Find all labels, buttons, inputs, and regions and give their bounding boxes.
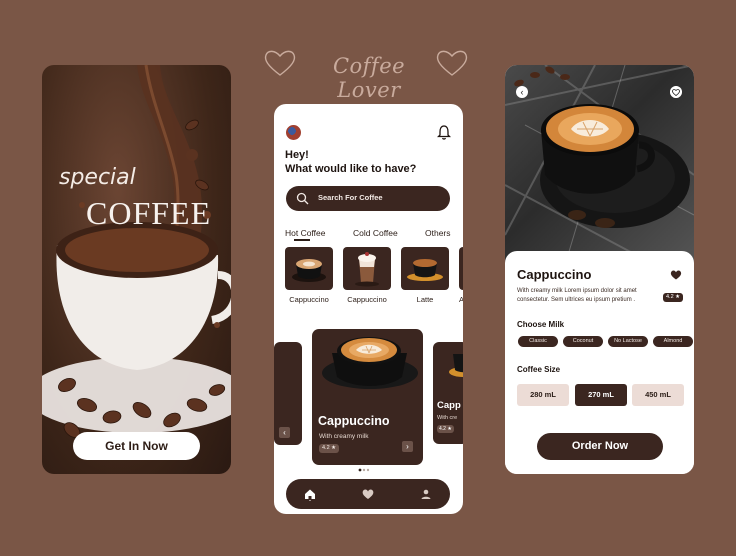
active-tab-indicator [294, 239, 310, 241]
product-thumb-partial[interactable] [459, 247, 463, 290]
avatar[interactable] [286, 125, 301, 140]
featured-product-name: Cappuccino [318, 414, 390, 428]
get-in-now-button[interactable]: Get In Now [73, 432, 200, 460]
search-placeholder: Search For Coffee [318, 193, 383, 202]
milk-option-classic[interactable]: Classic [518, 336, 558, 347]
home-icon[interactable] [303, 487, 317, 501]
brand-header: Coffee Lover [262, 46, 472, 102]
bell-icon[interactable] [437, 124, 451, 140]
tab-hot-coffee[interactable]: Hot Coffee [285, 228, 325, 238]
search-input[interactable]: Search For Coffee [286, 186, 450, 211]
home-screen: Hey! What would like to have? Search For… [274, 104, 463, 514]
greeting-subtitle: What would like to have? [285, 163, 417, 175]
size-option-280ml[interactable]: 280 mL [517, 384, 569, 406]
choose-milk-heading: Choose Milk [517, 320, 565, 329]
favorite-icon[interactable] [670, 86, 682, 98]
rating-badge: 4.2 ★ [319, 444, 340, 453]
milk-option-almond[interactable]: Almond [653, 336, 693, 347]
product-details-panel: Cappuccino With creamy milk Lorem ipsum … [505, 251, 694, 474]
heart-icon[interactable] [670, 269, 682, 280]
cappuccino-cup-image [322, 337, 418, 389]
bottom-nav [286, 479, 450, 509]
cappuccino-photo [505, 65, 694, 266]
product-name: Cappuccino [517, 267, 592, 282]
carousel-prev-arrow-icon[interactable]: ‹ [279, 427, 290, 438]
product-thumb-cappuccino-2[interactable] [343, 247, 391, 290]
milk-option-coconut[interactable]: Coconut [563, 336, 603, 347]
welcome-screen: special COFFEE Get In Now [42, 65, 231, 474]
featured-product-desc: With creamy milk [319, 433, 369, 440]
rating-badge: 4.2 ★ [437, 425, 454, 433]
product-description: With creamy milk Lorem ipsum dolor sit a… [517, 288, 637, 303]
featured-product-card[interactable]: Cappuccino With creamy milk 4.2 ★ › [312, 329, 423, 465]
product-label: Latte [416, 295, 434, 304]
order-now-button[interactable]: Order Now [537, 433, 663, 460]
latte-cup-image [449, 354, 463, 377]
iced-coffee-image [355, 252, 379, 287]
greeting-title: Hey! [285, 149, 309, 161]
product-label: A [459, 295, 463, 304]
carousel-prev-card[interactable]: ‹ [274, 342, 302, 445]
product-thumb-cappuccino[interactable] [285, 247, 333, 290]
heart-icon[interactable] [361, 487, 375, 501]
carousel-page-dots [358, 468, 370, 472]
coffee-splash-illustration [42, 65, 231, 438]
special-text: special [59, 165, 136, 190]
tab-others[interactable]: Others [425, 228, 451, 238]
chevron-right-icon[interactable]: › [402, 441, 413, 452]
milk-option-no-lactose[interactable]: No Lactose [608, 336, 648, 347]
size-option-450ml[interactable]: 450 mL [632, 384, 684, 406]
tab-cold-coffee[interactable]: Cold Coffee [353, 228, 398, 238]
heart-outline-icon [264, 50, 296, 76]
product-hero-image [505, 65, 694, 266]
rating-badge: 4.2 ★ [663, 293, 684, 302]
search-icon [296, 192, 309, 205]
product-thumb-latte[interactable] [401, 247, 449, 290]
next-card-desc: With cre [437, 415, 458, 421]
product-label: Cappuccino [289, 295, 329, 304]
size-option-270ml[interactable]: 270 mL [575, 384, 627, 406]
heart-outline-icon [436, 50, 468, 76]
brand-title: Coffee Lover [332, 54, 406, 102]
profile-icon[interactable] [419, 487, 433, 501]
coffee-size-heading: Coffee Size [517, 365, 561, 374]
coffee-cup-image [292, 259, 326, 282]
next-card-name: Capp [437, 400, 461, 411]
carousel-next-card[interactable]: Capp With cre 4.2 ★ [433, 342, 463, 444]
product-label: Cappuccino [347, 295, 387, 304]
coffee-headline: COFFEE [86, 195, 212, 231]
detail-screen: ‹ Cappuccino With creamy milk Lorem ipsu… [505, 65, 694, 474]
back-icon[interactable]: ‹ [516, 86, 528, 98]
latte-cup-image [407, 259, 443, 281]
